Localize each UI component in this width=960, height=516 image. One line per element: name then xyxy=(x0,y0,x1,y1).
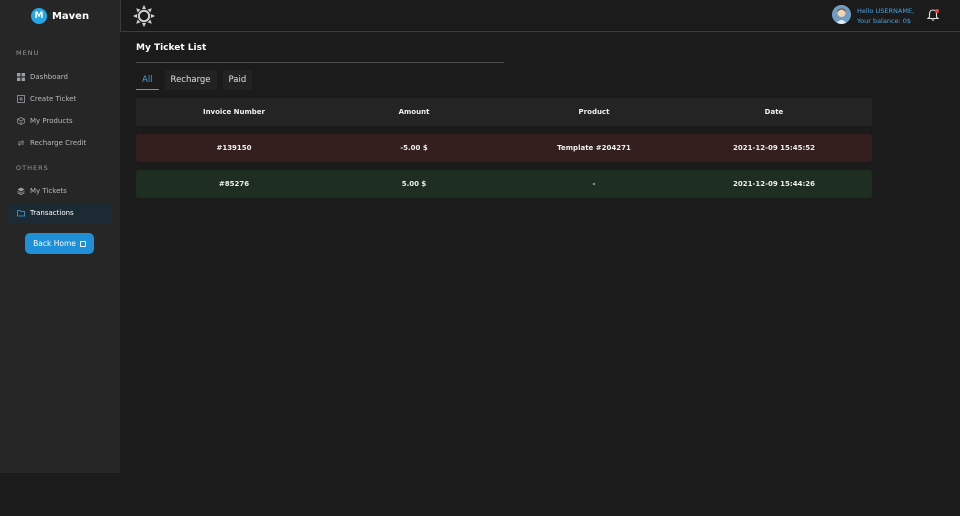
avatar[interactable] xyxy=(832,5,851,24)
back-home-button[interactable]: Back Home xyxy=(25,233,94,254)
amount-cell: 5.00 $ xyxy=(401,180,427,188)
tab-recharge[interactable]: Recharge xyxy=(164,70,217,90)
layers-icon xyxy=(17,187,25,195)
sidebar-item-label: Dashboard xyxy=(30,73,68,81)
column-header-amount[interactable]: Amount xyxy=(324,108,504,116)
grid-icon xyxy=(17,73,25,81)
tab-all[interactable]: All xyxy=(136,70,159,90)
sidebar-item-label: Create Ticket xyxy=(30,95,77,103)
brand[interactable]: M Maven xyxy=(0,0,120,32)
sidebar-item-label: Transactions xyxy=(30,209,74,217)
sidebar-item-dashboard[interactable]: Dashboard xyxy=(8,67,112,87)
filter-tabs: All Recharge Paid xyxy=(136,70,253,90)
amount-cell: -5.00 $ xyxy=(400,144,428,152)
sidebar-item-recharge-credit[interactable]: Recharge Credit xyxy=(8,133,112,153)
sidebar: M Maven MENU Dashboard Create Ticket My … xyxy=(0,0,120,473)
sidebar-item-label: My Products xyxy=(30,117,73,125)
tab-paid[interactable]: Paid xyxy=(222,70,253,90)
theme-toggle-icon[interactable] xyxy=(133,5,155,27)
sidebar-item-create-ticket[interactable]: Create Ticket xyxy=(8,89,112,109)
others-section-title: OTHERS xyxy=(16,164,49,172)
sidebar-item-my-tickets[interactable]: My Tickets xyxy=(8,181,112,201)
balance-text: Your balance: 0$ xyxy=(857,17,912,25)
column-header-invoice[interactable]: Invoice Number xyxy=(144,108,324,116)
column-header-date[interactable]: Date xyxy=(684,108,864,116)
refresh-icon xyxy=(17,139,25,147)
sidebar-item-label: Recharge Credit xyxy=(30,139,87,147)
folder-icon xyxy=(17,209,25,217)
sidebar-item-label: My Tickets xyxy=(30,187,67,195)
greeting-text: Hello USERNAME, xyxy=(857,7,915,15)
brand-logo: M xyxy=(30,8,47,24)
bell-icon[interactable] xyxy=(926,8,940,22)
column-header-product[interactable]: Product xyxy=(504,108,684,116)
user-greeting: Hello USERNAME, Your balance: 0$ xyxy=(857,6,914,26)
title-divider xyxy=(136,62,504,63)
box-icon xyxy=(17,117,25,125)
plus-square-icon xyxy=(17,95,25,103)
page-title: My Ticket List xyxy=(136,43,207,53)
back-home-label: Back Home xyxy=(33,239,76,248)
table-header: Invoice Number Amount Product Date xyxy=(136,98,872,126)
invoice-cell: #85276 xyxy=(218,180,250,188)
date-cell: 2021-12-09 15:45:52 xyxy=(732,144,816,152)
topbar-divider xyxy=(120,0,121,32)
exit-icon xyxy=(79,240,86,247)
notification-dot xyxy=(935,9,939,13)
date-cell: 2021-12-09 15:44:26 xyxy=(732,180,816,188)
table-row[interactable]: #85276 5.00 $ - 2021-12-09 15:44:26 xyxy=(136,170,872,198)
sidebar-item-transactions[interactable]: Transactions xyxy=(8,203,112,223)
brand-name: Maven xyxy=(51,10,90,22)
product-cell: Template #204271 xyxy=(557,144,631,152)
sidebar-item-my-products[interactable]: My Products xyxy=(8,111,112,131)
table-row[interactable]: #139150 -5.00 $ Template #204271 2021-12… xyxy=(136,134,872,162)
product-cell: - xyxy=(592,180,596,188)
menu-section-title: MENU xyxy=(16,49,40,57)
invoice-cell: #139150 xyxy=(216,144,252,152)
